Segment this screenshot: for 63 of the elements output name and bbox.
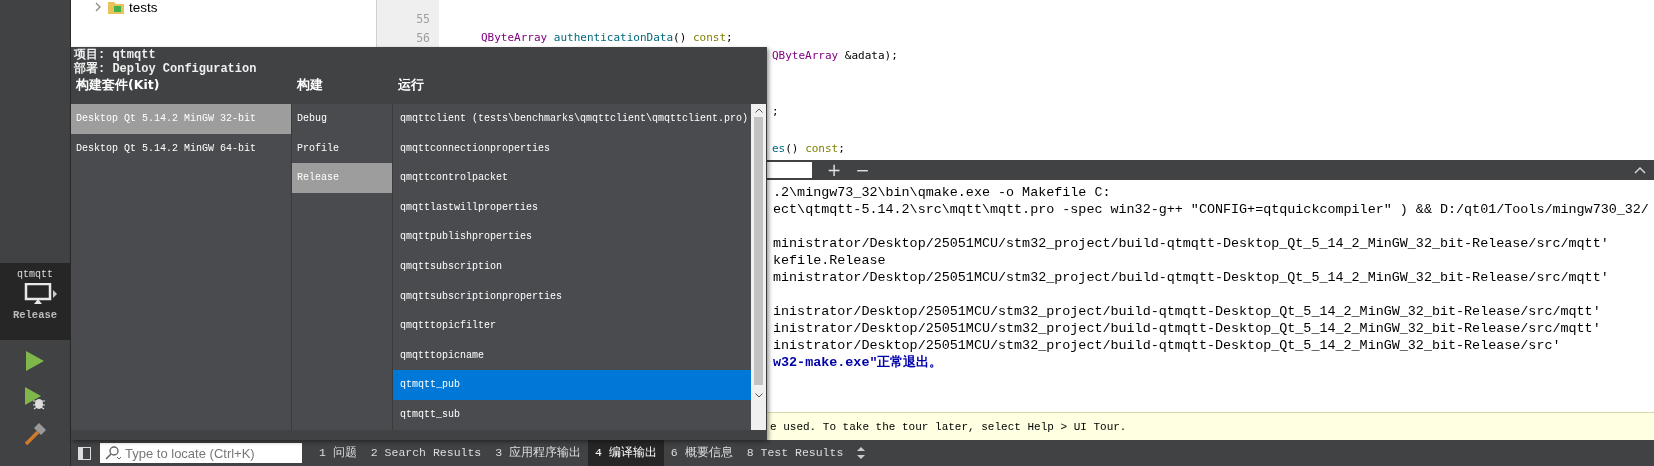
sidebar-toggle-icon [78, 446, 91, 460]
code-line: ; [772, 104, 779, 118]
output-line: ect\qtmqtt-5.14.2\src\mqtt\mqtt.pro -spec win32-g++ "CONFIG+=qtquickcompiler" ) && D:/qt01/Tools/mingw730_32/ [773, 202, 1649, 217]
scrollbar[interactable] [751, 104, 766, 430]
list-item[interactable]: qmqttpublishproperties [393, 222, 751, 252]
scroll-up-icon [754, 108, 763, 113]
line-number: 56 [416, 30, 430, 45]
column-heading: 运行 [398, 77, 424, 92]
list-item[interactable]: qmqttconnectionproperties [393, 133, 751, 164]
output-tab[interactable]: 6 概要信息 [663, 440, 740, 466]
info-message: e used. To take the tour later, select Help > UI Tour. [770, 420, 1127, 433]
run-icon[interactable] [25, 350, 45, 372]
scrollbar-thumb[interactable] [754, 117, 763, 385]
output-tab[interactable]: 2 Search Results [363, 440, 489, 466]
list-item[interactable]: qmqttcontrolpacket [393, 163, 751, 193]
output-tab[interactable]: 3 应用程序输出 [488, 440, 589, 466]
list-item[interactable]: qmqtttopicname [393, 340, 751, 371]
list-item[interactable]: qmqttsubscriptionproperties [393, 281, 751, 312]
folder-icon [108, 0, 124, 14]
debug-run-icon[interactable] [24, 386, 46, 410]
code-line: QByteArray authenticationData() const; [481, 30, 733, 44]
code-line: QByteArray &adata); [772, 49, 898, 62]
list-item[interactable]: qmqttclient (tests\benchmarks\qmqttclient\qmqttclient.pro) [393, 104, 751, 134]
hammer-icon[interactable] [23, 422, 47, 446]
list-item[interactable]: Profile [292, 133, 392, 164]
toolbar-button[interactable]: − [852, 161, 873, 179]
search-icon [105, 446, 121, 460]
column-heading: 构建套件(Kit) [76, 77, 160, 92]
output-line: inistrator/Desktop/25051MCU/stm32_project/build-qtmqtt-Desktop_Qt_5_14_2_MinGW_32_bit-Release/src/mqtt' [773, 304, 1601, 319]
line-number: 55 [416, 12, 430, 26]
project-label: 项目: qtmqtt [74, 48, 157, 62]
list-item[interactable]: Debug [292, 104, 392, 134]
output-line: w32-make.exe"正常退出。 [773, 355, 943, 370]
collapse-chevron-icon [1634, 166, 1646, 174]
output-tab[interactable]: 1 问题 [312, 440, 364, 466]
output-line: kefile.Release [773, 253, 886, 268]
filter-field[interactable] [767, 162, 812, 178]
output-tab[interactable]: 4 编译输出 [588, 440, 664, 466]
output-line: ministrator/Desktop/25051MCU/stm32_project/build-qtmqtt-Desktop_Qt_5_14_2_MinGW_32_bit-Release/src/mqtt' [773, 236, 1609, 251]
monitor-icon [24, 283, 52, 305]
output-line: inistrator/Desktop/25051MCU/stm32_project/build-qtmqtt-Desktop_Qt_5_14_2_MinGW_32_bit-Release/src/mqtt' [773, 321, 1601, 336]
code-line: es() const; [772, 141, 845, 155]
output-tab[interactable]: 8 Test Results [739, 440, 851, 466]
list-item[interactable]: qmqtttopicfilter [393, 311, 751, 341]
build-config-label: Release [12, 309, 58, 321]
project-name: qtmqtt [17, 269, 53, 280]
up-down-arrows-icon [856, 446, 867, 460]
locate-field[interactable]: Type to locate (Ctrl+K) [100, 443, 302, 463]
column-heading: 构建 [297, 77, 323, 92]
output-line: inistrator/Desktop/25051MCU/stm32_project/build-qtmqtt-Desktop_Qt_5_14_2_MinGW_32_bit-Release/src' [773, 338, 1561, 353]
kit-selector[interactable]: qtmqtt Release [0, 263, 70, 340]
output-line: ministrator/Desktop/25051MCU/stm32_project/build-qtmqtt-Desktop_Qt_5_14_2_MinGW_32_bit-Release/src/mqtt' [773, 270, 1609, 285]
triangle-icon [52, 290, 58, 298]
tree-item[interactable]: tests [129, 0, 158, 15]
list-item[interactable]: qmqttsubscription [393, 251, 751, 282]
scroll-down-icon [754, 393, 763, 398]
toolbar-button[interactable]: + [824, 161, 845, 179]
list-item[interactable]: qtmqtt_sub [393, 399, 751, 430]
list-item[interactable]: qmqttlastwillproperties [393, 192, 751, 223]
deploy-label: 部署: Deploy Configuration [74, 62, 258, 76]
output-line: .2\mingw73_32\bin\qmake.exe -o Makefile C: [773, 185, 1111, 200]
list-item[interactable]: Desktop Qt 5.14.2 MinGW 64-bit [71, 133, 291, 164]
list-item[interactable]: qtmqtt_pub [393, 370, 751, 400]
